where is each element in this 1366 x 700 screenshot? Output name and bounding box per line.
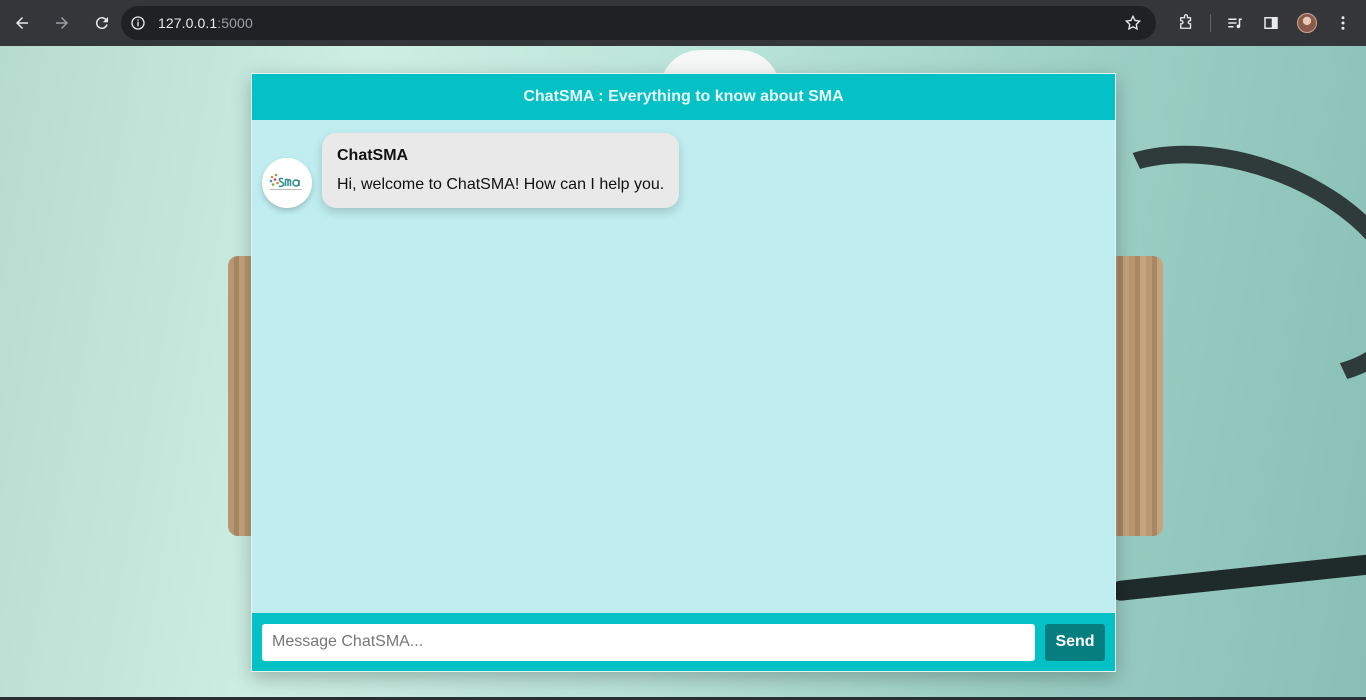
url-port: :5000 — [217, 15, 253, 31]
profile-button[interactable] — [1292, 8, 1322, 38]
side-panel-icon — [1264, 17, 1278, 29]
chat-header: ChatSMA : Everything to know about SMA — [252, 74, 1115, 120]
kebab-menu-icon — [1341, 16, 1345, 30]
back-button[interactable] — [4, 5, 40, 41]
toolbar-separator — [1210, 14, 1211, 32]
chat-messages[interactable]: ChatSMA Hi, welcome to ChatSMA! How can … — [252, 120, 1115, 613]
sma-logo-icon — [269, 173, 302, 190]
browser-toolbar: 127.0.0.1:5000 — [0, 0, 1366, 46]
bot-avatar — [262, 158, 312, 208]
menu-button[interactable] — [1328, 8, 1358, 38]
chat-window: ChatSMA : Everything to know about SMA C… — [251, 73, 1116, 672]
reload-button[interactable] — [84, 5, 120, 41]
message-text: Hi, welcome to ChatSMA! How can I help y… — [337, 175, 665, 193]
address-bar[interactable]: 127.0.0.1:5000 — [121, 6, 1156, 40]
url-host: 127.0.0.1 — [158, 15, 218, 31]
chat-input-bar: Send — [252, 613, 1115, 671]
browser-tools — [1168, 0, 1361, 46]
url-text: 127.0.0.1:5000 — [158, 15, 253, 31]
reload-icon — [95, 17, 108, 30]
media-queue-button[interactable] — [1220, 8, 1250, 38]
message-bubble: ChatSMA Hi, welcome to ChatSMA! How can … — [322, 132, 680, 208]
back-arrow-icon — [16, 17, 28, 29]
extensions-button[interactable] — [1171, 8, 1201, 38]
message-sender: ChatSMA — [337, 146, 409, 164]
forward-arrow-icon — [56, 17, 68, 29]
background-stethoscope-tube — [1109, 550, 1366, 602]
forward-button[interactable] — [44, 5, 80, 41]
side-panel-button[interactable] — [1256, 8, 1286, 38]
chat-title: ChatSMA : Everything to know about SMA — [523, 88, 844, 105]
site-info-icon[interactable] — [130, 15, 146, 31]
bot-message: ChatSMA Hi, welcome to ChatSMA! How can … — [262, 132, 680, 208]
profile-avatar — [1297, 13, 1317, 33]
message-input[interactable] — [262, 623, 1035, 661]
send-button[interactable]: Send — [1045, 623, 1105, 661]
bookmark-star-icon[interactable] — [1124, 14, 1142, 32]
media-queue-icon — [1228, 18, 1242, 29]
extensions-icon — [1180, 14, 1192, 29]
